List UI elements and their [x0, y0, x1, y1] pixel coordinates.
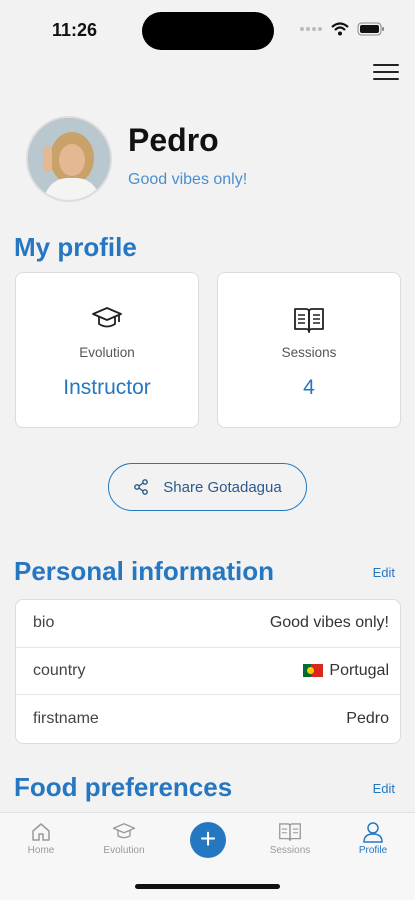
sessions-card[interactable]: Sessions 4: [217, 272, 401, 428]
status-icons: [299, 22, 385, 36]
food-preferences-title: Food preferences: [14, 772, 233, 802]
info-key: bio: [33, 614, 55, 632]
battery-icon: [357, 22, 384, 36]
info-row-firstname: firstname Pedro: [16, 695, 400, 743]
graduation-cap-icon: [112, 823, 136, 839]
info-row-country: country Portugal: [16, 648, 400, 695]
sessions-value: 4: [303, 376, 315, 399]
share-button-label: Share Gotadagua: [163, 478, 282, 496]
book-icon: [279, 823, 301, 841]
tab-profile[interactable]: Profile: [338, 821, 408, 856]
signal-dots-icon: [300, 27, 322, 31]
status-time: 11:26: [52, 20, 98, 40]
dynamic-island: [142, 12, 274, 50]
hamburger-menu-icon[interactable]: [373, 64, 399, 84]
personal-information-edit-link[interactable]: Edit: [373, 565, 395, 580]
evolution-value: Instructor: [63, 376, 151, 399]
info-key: country: [33, 661, 86, 679]
my-profile-title: My profile: [14, 232, 137, 262]
personal-information-title: Personal information: [14, 556, 275, 586]
avatar-image: [28, 118, 110, 200]
info-value: Pedro: [346, 709, 389, 727]
profile-name: Pedro: [128, 122, 219, 158]
portugal-flag-icon: [303, 664, 324, 678]
home-indicator: [135, 884, 280, 889]
evolution-card[interactable]: Evolution Instructor: [15, 272, 199, 428]
food-preferences-edit-link[interactable]: Edit: [373, 781, 395, 796]
sessions-label: Sessions: [281, 345, 337, 360]
tab-label: Home: [27, 845, 55, 856]
user-icon: [363, 822, 383, 843]
tab-label: Evolution: [103, 845, 145, 856]
info-value: Portugal: [329, 661, 389, 679]
book-icon: [294, 308, 324, 333]
status-bar: 11:26: [0, 0, 415, 60]
add-button[interactable]: +: [190, 822, 226, 858]
share-icon: [134, 479, 149, 495]
tab-label: Sessions: [269, 845, 311, 856]
tab-label: Profile: [358, 845, 388, 856]
tab-evolution[interactable]: Evolution: [89, 821, 159, 856]
avatar: [26, 116, 112, 202]
info-key: firstname: [33, 709, 99, 727]
share-button[interactable]: Share Gotadagua: [108, 463, 307, 511]
graduation-cap-icon: [92, 307, 122, 328]
info-row-bio: bio Good vibes only!: [16, 600, 400, 648]
evolution-label: Evolution: [79, 345, 135, 360]
personal-information-table: bio Good vibes only! country Portugal fi…: [15, 599, 401, 744]
tab-home[interactable]: Home: [6, 821, 76, 856]
tab-sessions[interactable]: Sessions: [255, 821, 325, 856]
wifi-icon: [331, 22, 349, 36]
home-icon: [32, 823, 50, 841]
info-value: Good vibes only!: [269, 614, 389, 632]
profile-motto: Good vibes only!: [128, 171, 248, 188]
